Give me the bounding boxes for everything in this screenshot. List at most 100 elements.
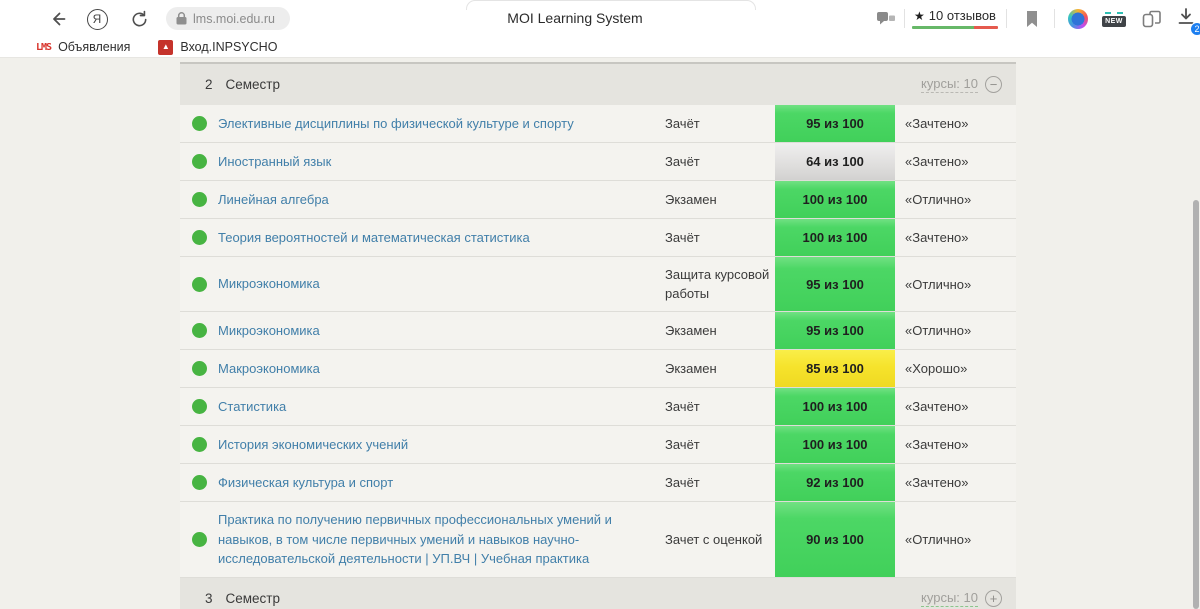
table-row: Теория вероятностей и математическая ста… [180, 219, 1016, 257]
lms-favicon: LMS [36, 42, 51, 53]
grade-text: «Отлично» [895, 502, 1016, 577]
status-cell [180, 464, 218, 501]
vertical-scrollbar[interactable] [1193, 200, 1199, 609]
course-link[interactable]: Микроэкономика [218, 257, 665, 311]
status-dot-icon [192, 399, 207, 414]
status-dot-icon [192, 323, 207, 338]
extension-button[interactable] [1066, 7, 1090, 31]
site-feedback-button[interactable] [874, 7, 898, 31]
bookmark-label: Объявления [58, 40, 130, 54]
score-badge: 92 из 100 [775, 464, 895, 501]
status-cell [180, 257, 218, 311]
table-row: Физическая культура и спорт Зачёт 92 из … [180, 464, 1016, 502]
courses-count-link[interactable]: курсы: 10 [921, 590, 978, 607]
browser-tab[interactable] [466, 0, 756, 10]
grade-text: «Зачтено» [895, 143, 1016, 180]
downloads-button[interactable]: 2 [1176, 7, 1200, 33]
table-row: Статистика Зачёт 100 из 100 «Зачтено» [180, 388, 1016, 426]
downloads-count-badge: 2 [1190, 22, 1200, 36]
status-dot-icon [192, 361, 207, 376]
semester-title: Семестр [226, 591, 281, 606]
site-reviews-button[interactable]: ★ 10 отзывов [912, 8, 998, 29]
status-cell [180, 312, 218, 349]
score-badge: 64 из 100 [775, 143, 895, 180]
chat-bubbles-icon [876, 10, 896, 28]
table-row: Практика по получению первичных професси… [180, 502, 1016, 578]
course-link[interactable]: Практика по получению первичных професси… [218, 502, 665, 577]
toolbar-divider [904, 9, 905, 28]
course-link[interactable]: Элективные дисциплины по физической куль… [218, 105, 665, 142]
course-link[interactable]: Статистика [218, 388, 665, 425]
bookmark-flag-icon [1025, 10, 1039, 28]
status-cell [180, 388, 218, 425]
toolbar-divider [1006, 9, 1007, 28]
assessment-type: Экзамен [665, 181, 775, 218]
assessment-type: Экзамен [665, 350, 775, 387]
screenshot-extension-button[interactable]: NEW [1102, 7, 1126, 31]
bookmark-item-announcements[interactable]: LMS Объявления [36, 40, 130, 54]
toolbar-divider [1054, 9, 1055, 28]
table-row: Линейная алгебра Экзамен 100 из 100 «Отл… [180, 181, 1016, 219]
status-dot-icon [192, 230, 207, 245]
table-row: Микроэкономика Экзамен 95 из 100 «Отличн… [180, 312, 1016, 350]
score-badge: 90 из 100 [775, 502, 895, 577]
bookmark-page-button[interactable] [1020, 7, 1044, 31]
bookmark-label: Вход.INPSYCHO [180, 40, 277, 54]
course-link[interactable]: Микроэкономика [218, 312, 665, 349]
course-link[interactable]: Иностранный язык [218, 143, 665, 180]
table-row: Иностранный язык Зачёт 64 из 100 «Зачтен… [180, 143, 1016, 181]
status-dot-icon [192, 192, 207, 207]
score-badge: 100 из 100 [775, 181, 895, 218]
score-badge: 100 из 100 [775, 388, 895, 425]
assessment-type: Зачет с оценкой [665, 502, 775, 577]
score-badge: 100 из 100 [775, 219, 895, 256]
collections-button[interactable] [1140, 7, 1164, 31]
score-badge: 95 из 100 [775, 312, 895, 349]
score-badge: 85 из 100 [775, 350, 895, 387]
course-link[interactable]: История экономических учений [218, 426, 665, 463]
status-dot-icon [192, 532, 207, 547]
grade-text: «Отлично» [895, 181, 1016, 218]
reviews-count-label: 10 отзывов [929, 8, 996, 23]
grade-text: «Отлично» [895, 312, 1016, 349]
expand-section-button[interactable]: + [985, 590, 1002, 607]
semester-2-header: 2 Семестр курсы: 10 − [180, 64, 1016, 105]
score-badge: 95 из 100 [775, 257, 895, 311]
assessment-type: Зачёт [665, 143, 775, 180]
collections-icon [1142, 10, 1162, 28]
semester-number: 2 [205, 77, 213, 92]
course-link[interactable]: Физическая культура и спорт [218, 464, 665, 501]
courses-count-link[interactable]: курсы: 10 [921, 76, 978, 93]
status-cell [180, 426, 218, 463]
grade-text: «Зачтено» [895, 388, 1016, 425]
capture-frame-icon [1105, 12, 1123, 14]
course-link[interactable]: Макроэкономика [218, 350, 665, 387]
new-badge: NEW [1102, 16, 1126, 27]
status-dot-icon [192, 277, 207, 292]
collapse-section-button[interactable]: − [985, 76, 1002, 93]
inpsycho-favicon: ▲ [158, 40, 173, 55]
browser-toolbar: Я lms.moi.edu.ru MOI Learning System ★ 1… [0, 0, 1200, 37]
score-badge: 95 из 100 [775, 105, 895, 142]
course-link[interactable]: Теория вероятностей и математическая ста… [218, 219, 665, 256]
grade-text: «Отлично» [895, 257, 1016, 311]
assessment-type: Зачёт [665, 105, 775, 142]
status-cell [180, 143, 218, 180]
course-link[interactable]: Линейная алгебра [218, 181, 665, 218]
grade-text: «Зачтено» [895, 464, 1016, 501]
assessment-type: Зачёт [665, 219, 775, 256]
grades-table: 2 Семестр курсы: 10 − Элективные дисципл… [180, 62, 1016, 609]
semester-number: 3 [205, 591, 213, 606]
bookmark-item-inpsycho[interactable]: ▲ Вход.INPSYCHO [158, 40, 277, 55]
assessment-type: Защита курсовой работы [665, 257, 775, 311]
table-row: Макроэкономика Экзамен 85 из 100 «Хорошо… [180, 350, 1016, 388]
status-cell [180, 181, 218, 218]
status-cell [180, 219, 218, 256]
table-row: История экономических учений Зачёт 100 и… [180, 426, 1016, 464]
assessment-type: Зачёт [665, 464, 775, 501]
colorful-extension-icon [1068, 9, 1088, 29]
status-cell [180, 350, 218, 387]
bookmarks-bar: LMS Объявления ▲ Вход.INPSYCHO [0, 37, 1200, 58]
star-icon: ★ [914, 9, 925, 23]
status-dot-icon [192, 475, 207, 490]
